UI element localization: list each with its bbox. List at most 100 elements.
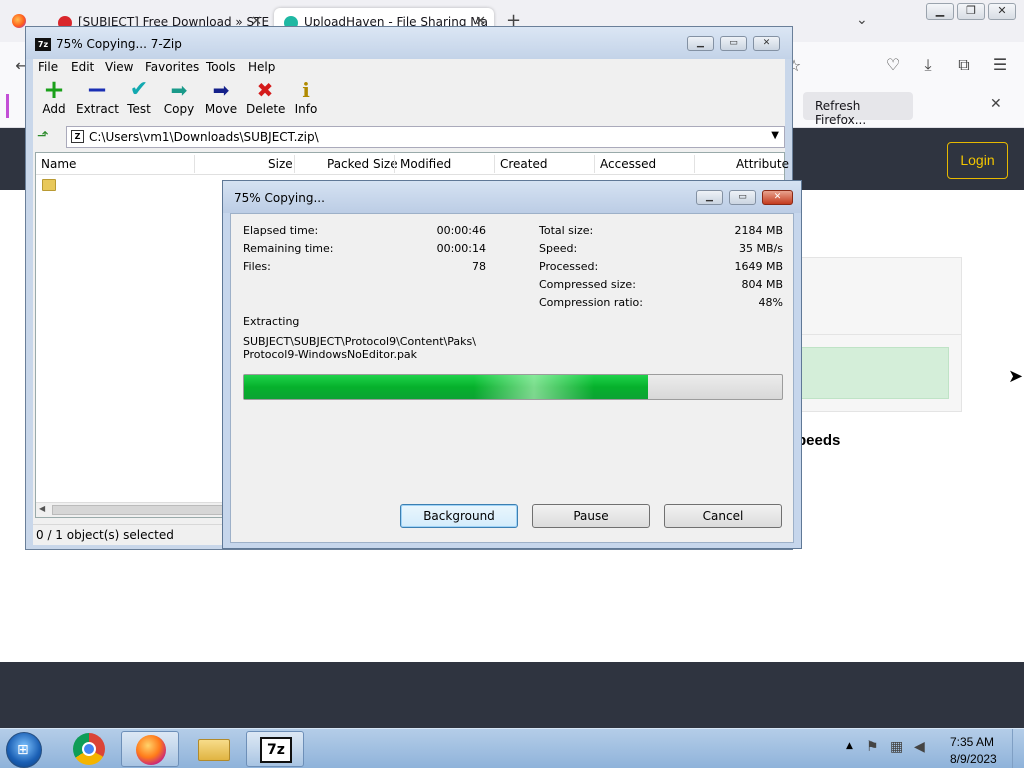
extensions-icon[interactable]: ⧉	[954, 55, 974, 74]
test-button[interactable]: ✔ Test	[124, 78, 154, 122]
list-tabs-icon[interactable]: ⌄	[856, 12, 868, 28]
login-button[interactable]: Login	[947, 142, 1008, 179]
dialog-body: Elapsed time: 00:00:46 Remaining time: 0…	[230, 213, 794, 543]
show-desktop-button[interactable]	[1012, 729, 1024, 768]
action-center-icon[interactable]: ⚑	[866, 739, 879, 755]
sevenzip-titlebar[interactable]: 7z 75% Copying... 7-Zip ▁ ▭ ✕	[26, 27, 792, 59]
folder-icon	[198, 739, 230, 761]
menu-help[interactable]: Help	[248, 60, 275, 74]
speed-label: Speed:	[539, 242, 578, 255]
col-created[interactable]: Created	[500, 157, 548, 171]
window-title: 75% Copying... 7-Zip	[56, 37, 182, 51]
compression-ratio-label: Compression ratio:	[539, 296, 643, 309]
extract-icon: −	[86, 75, 108, 105]
menu-file[interactable]: File	[38, 60, 58, 74]
move-icon: ➡	[212, 78, 230, 102]
chrome-taskbar-button[interactable]	[60, 731, 118, 767]
info-icon: i	[302, 78, 310, 102]
progress-bar	[243, 374, 783, 400]
total-size-label: Total size:	[539, 224, 594, 237]
explorer-taskbar-button[interactable]	[184, 731, 242, 767]
info-button[interactable]: i Info	[293, 78, 319, 122]
clock-date[interactable]: 8/9/2023	[950, 752, 997, 766]
firefox-menu-icon[interactable]	[12, 14, 26, 28]
refresh-firefox-button[interactable]: Refresh Firefox...	[803, 92, 913, 127]
col-divider	[494, 155, 495, 173]
site-footer	[0, 662, 1024, 728]
compressed-size-value: 804 MB	[741, 278, 783, 291]
taskbar: ⊞ 7z ▲ ⚑ ▦ ◀ 7:35 AM 8/9/2023	[0, 728, 1024, 768]
test-icon: ✔	[129, 77, 149, 102]
minimize-button[interactable]: ▁	[687, 36, 714, 51]
dialog-titlebar[interactable]: 75% Copying... ▁ ▭ ✕	[223, 181, 801, 213]
mouse-cursor-icon: ➤	[1008, 366, 1024, 387]
files-value: 78	[472, 260, 486, 273]
network-icon[interactable]: ▦	[890, 739, 903, 755]
restore-button[interactable]: ❐	[957, 3, 985, 20]
col-divider	[194, 155, 195, 173]
clock-time[interactable]: 7:35 AM	[950, 735, 994, 749]
compression-ratio-value: 48%	[758, 296, 783, 309]
menu-view[interactable]: View	[105, 60, 133, 74]
toolbar: + Add − Extract ✔ Test ➡ Copy ➡ Move ✖ D…	[33, 76, 785, 124]
close-notification-icon[interactable]: ✕	[990, 96, 1002, 112]
col-attribute[interactable]: Attribute	[736, 157, 789, 171]
col-modified[interactable]: Modified	[400, 157, 451, 171]
background-button[interactable]: Background	[400, 504, 518, 528]
minimize-button[interactable]: ▁	[696, 190, 723, 205]
scroll-thumb[interactable]	[52, 505, 226, 515]
extract-button[interactable]: − Extract	[76, 75, 119, 122]
add-button[interactable]: + Add	[39, 75, 69, 122]
compressed-size-label: Compressed size:	[539, 278, 636, 291]
current-path-line2: Protocol9-WindowsNoEditor.pak	[243, 348, 418, 361]
col-accessed[interactable]: Accessed	[600, 157, 656, 171]
archive-icon: Z	[71, 130, 84, 143]
firefox-icon	[136, 735, 166, 765]
col-packed-size[interactable]: Packed Size	[327, 157, 398, 171]
start-button[interactable]: ⊞	[6, 732, 42, 768]
address-bar: ⬏ Z C:\Users\vm1\Downloads\SUBJECT.zip\ …	[33, 124, 785, 152]
move-button[interactable]: ➡ Move	[204, 78, 238, 122]
horizontal-scrollbar[interactable]: ◀	[36, 502, 226, 517]
speed-value: 35 MB/s	[739, 242, 783, 255]
cancel-button[interactable]: Cancel	[664, 504, 782, 528]
chevron-down-icon[interactable]: ▼	[771, 130, 779, 141]
col-size[interactable]: Size	[268, 157, 293, 171]
menu-edit[interactable]: Edit	[71, 60, 94, 74]
list-header: Name Size Packed Size Modified Created A…	[36, 153, 789, 175]
volume-icon[interactable]: ◀	[914, 739, 925, 755]
close-button[interactable]: ✕	[988, 3, 1016, 20]
files-label: Files:	[243, 260, 271, 273]
total-size-value: 2184 MB	[734, 224, 783, 237]
download-button-area[interactable]	[800, 347, 949, 399]
sevenzip-app-icon: 7z	[35, 38, 51, 51]
pocket-icon[interactable]: ♡	[883, 55, 903, 74]
processed-value: 1649 MB	[734, 260, 783, 273]
copy-icon: ➡	[170, 78, 188, 102]
menu-tools[interactable]: Tools	[206, 60, 236, 74]
menu-bar: File Edit View Favorites Tools Help	[33, 59, 785, 76]
menu-favorites[interactable]: Favorites	[145, 60, 199, 74]
close-button[interactable]: ✕	[762, 190, 793, 205]
add-icon: +	[43, 75, 65, 105]
pause-button[interactable]: Pause	[532, 504, 650, 528]
menu-icon[interactable]: ☰	[990, 55, 1010, 74]
firefox-taskbar-button[interactable]	[121, 731, 179, 767]
address-input[interactable]: Z C:\Users\vm1\Downloads\SUBJECT.zip\ ▼	[66, 126, 785, 148]
notification-accent	[6, 94, 9, 118]
maximize-button[interactable]: ▭	[720, 36, 747, 51]
minimize-button[interactable]: ▁	[926, 3, 954, 20]
maximize-button[interactable]: ▭	[729, 190, 756, 205]
col-divider	[394, 155, 395, 173]
close-button[interactable]: ✕	[753, 36, 780, 51]
folder-up-icon[interactable]: ⬏	[37, 128, 49, 144]
sevenzip-taskbar-button[interactable]: 7z	[246, 731, 304, 767]
col-name[interactable]: Name	[41, 157, 76, 171]
delete-button[interactable]: ✖ Delete	[246, 78, 285, 122]
copy-button[interactable]: ➡ Copy	[163, 78, 195, 122]
col-divider	[694, 155, 695, 173]
folder-icon[interactable]	[42, 179, 56, 191]
show-hidden-icons[interactable]: ▲	[846, 741, 853, 751]
downloads-icon[interactable]: ⤓	[918, 55, 938, 74]
scroll-left-icon[interactable]: ◀	[39, 504, 45, 513]
